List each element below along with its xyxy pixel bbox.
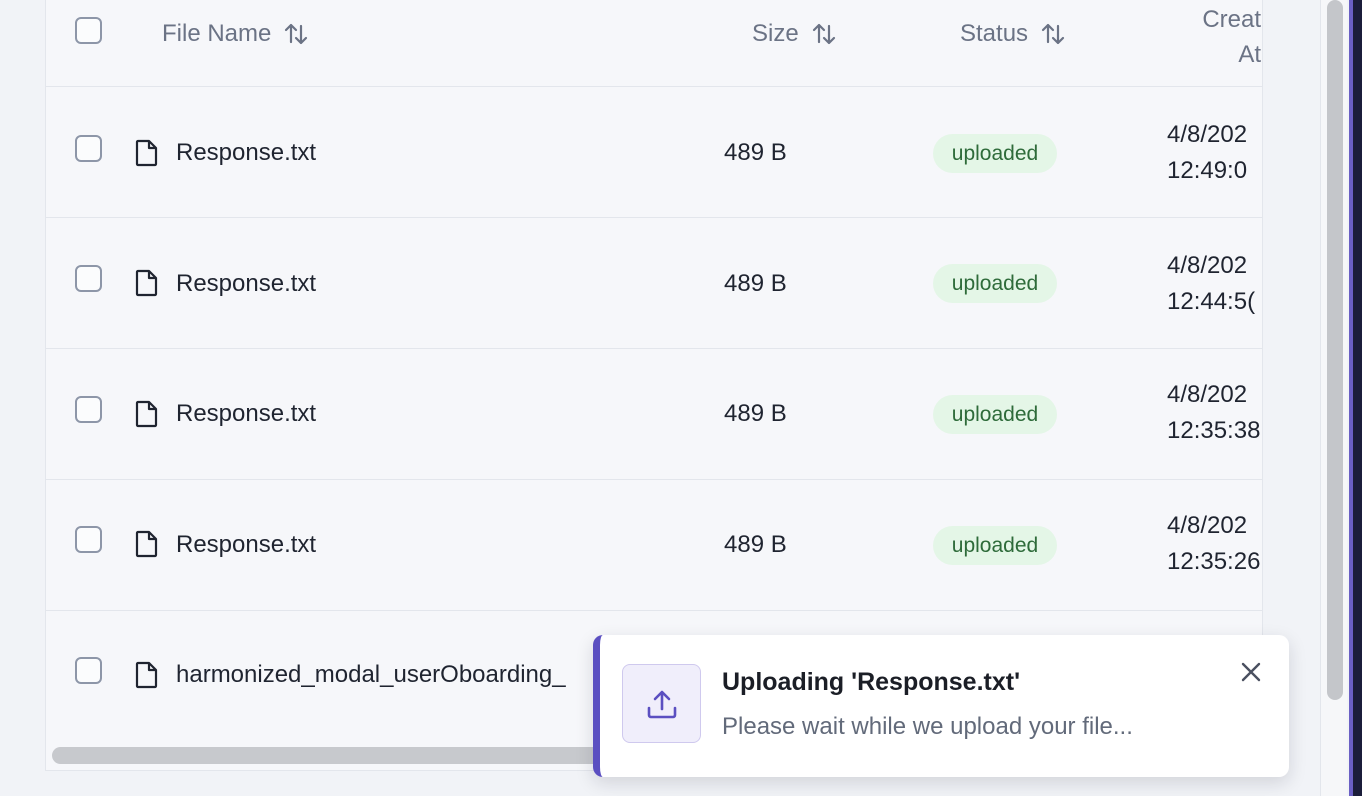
file-icon — [135, 400, 158, 428]
column-header-size[interactable]: Size — [752, 20, 837, 48]
table-row[interactable]: Response.txt 489 B uploaded 4/8/202 12:3… — [46, 349, 1262, 480]
row-checkbox[interactable] — [75, 396, 102, 423]
file-icon — [135, 530, 158, 558]
file-size: 489 B — [724, 531, 787, 558]
status-badge: uploaded — [933, 526, 1057, 565]
file-icon — [135, 139, 158, 167]
file-name[interactable]: Response.txt — [176, 400, 316, 428]
created-at: 4/8/202 12:49:0 — [1167, 121, 1248, 184]
column-label: Size — [752, 20, 799, 47]
status-badge: uploaded — [933, 264, 1057, 303]
table-row[interactable]: Response.txt 489 B uploaded 4/8/202 12:4… — [46, 87, 1262, 218]
column-label: File Name — [162, 20, 272, 47]
row-checkbox[interactable] — [75, 526, 102, 553]
file-name[interactable]: harmonized_modal_userOboarding_ — [176, 661, 566, 689]
created-at: 4/8/202 12:35:26 — [1167, 512, 1261, 575]
vertical-scrollbar-thumb[interactable] — [1327, 0, 1343, 700]
select-all-checkbox[interactable] — [75, 17, 102, 44]
toast-icon-container — [622, 664, 701, 743]
horizontal-scrollbar-thumb[interactable] — [52, 747, 652, 764]
sort-icon[interactable] — [1040, 21, 1066, 47]
file-size: 489 B — [724, 139, 787, 166]
status-badge: uploaded — [933, 395, 1057, 434]
file-name[interactable]: Response.txt — [176, 270, 316, 298]
row-checkbox[interactable] — [75, 265, 102, 292]
file-name[interactable]: Response.txt — [176, 139, 316, 167]
sort-icon[interactable] — [811, 21, 837, 47]
window-edge — [1349, 0, 1362, 796]
created-at: 4/8/202 12:35:38 — [1167, 381, 1261, 444]
file-name[interactable]: Response.txt — [176, 531, 316, 559]
sort-icon[interactable] — [283, 21, 309, 47]
file-size: 489 B — [724, 400, 787, 427]
close-icon[interactable] — [1238, 659, 1264, 685]
file-icon — [135, 269, 158, 297]
column-header-file-name[interactable]: File Name — [162, 20, 309, 48]
table-header: File Name Size Status Creat At — [46, 0, 1262, 87]
row-checkbox[interactable] — [75, 657, 102, 684]
table-row[interactable]: Response.txt 489 B uploaded 4/8/202 12:4… — [46, 218, 1262, 349]
column-header-status[interactable]: Status — [960, 20, 1066, 48]
status-badge: uploaded — [933, 134, 1057, 173]
column-header-created-at[interactable]: Creat At — [1191, 2, 1261, 72]
row-checkbox[interactable] — [75, 135, 102, 162]
column-label: Status — [960, 20, 1029, 47]
file-size: 489 B — [724, 270, 787, 297]
file-icon — [135, 661, 158, 689]
toast-title: Uploading 'Response.txt' — [722, 668, 1021, 696]
upload-icon — [647, 690, 676, 718]
toast-message: Please wait while we upload your file... — [722, 713, 1133, 740]
upload-toast: Uploading 'Response.txt' Please wait whi… — [593, 635, 1289, 777]
created-at: 4/8/202 12:44:5( — [1167, 252, 1256, 315]
table-row[interactable]: Response.txt 489 B uploaded 4/8/202 12:3… — [46, 480, 1262, 611]
